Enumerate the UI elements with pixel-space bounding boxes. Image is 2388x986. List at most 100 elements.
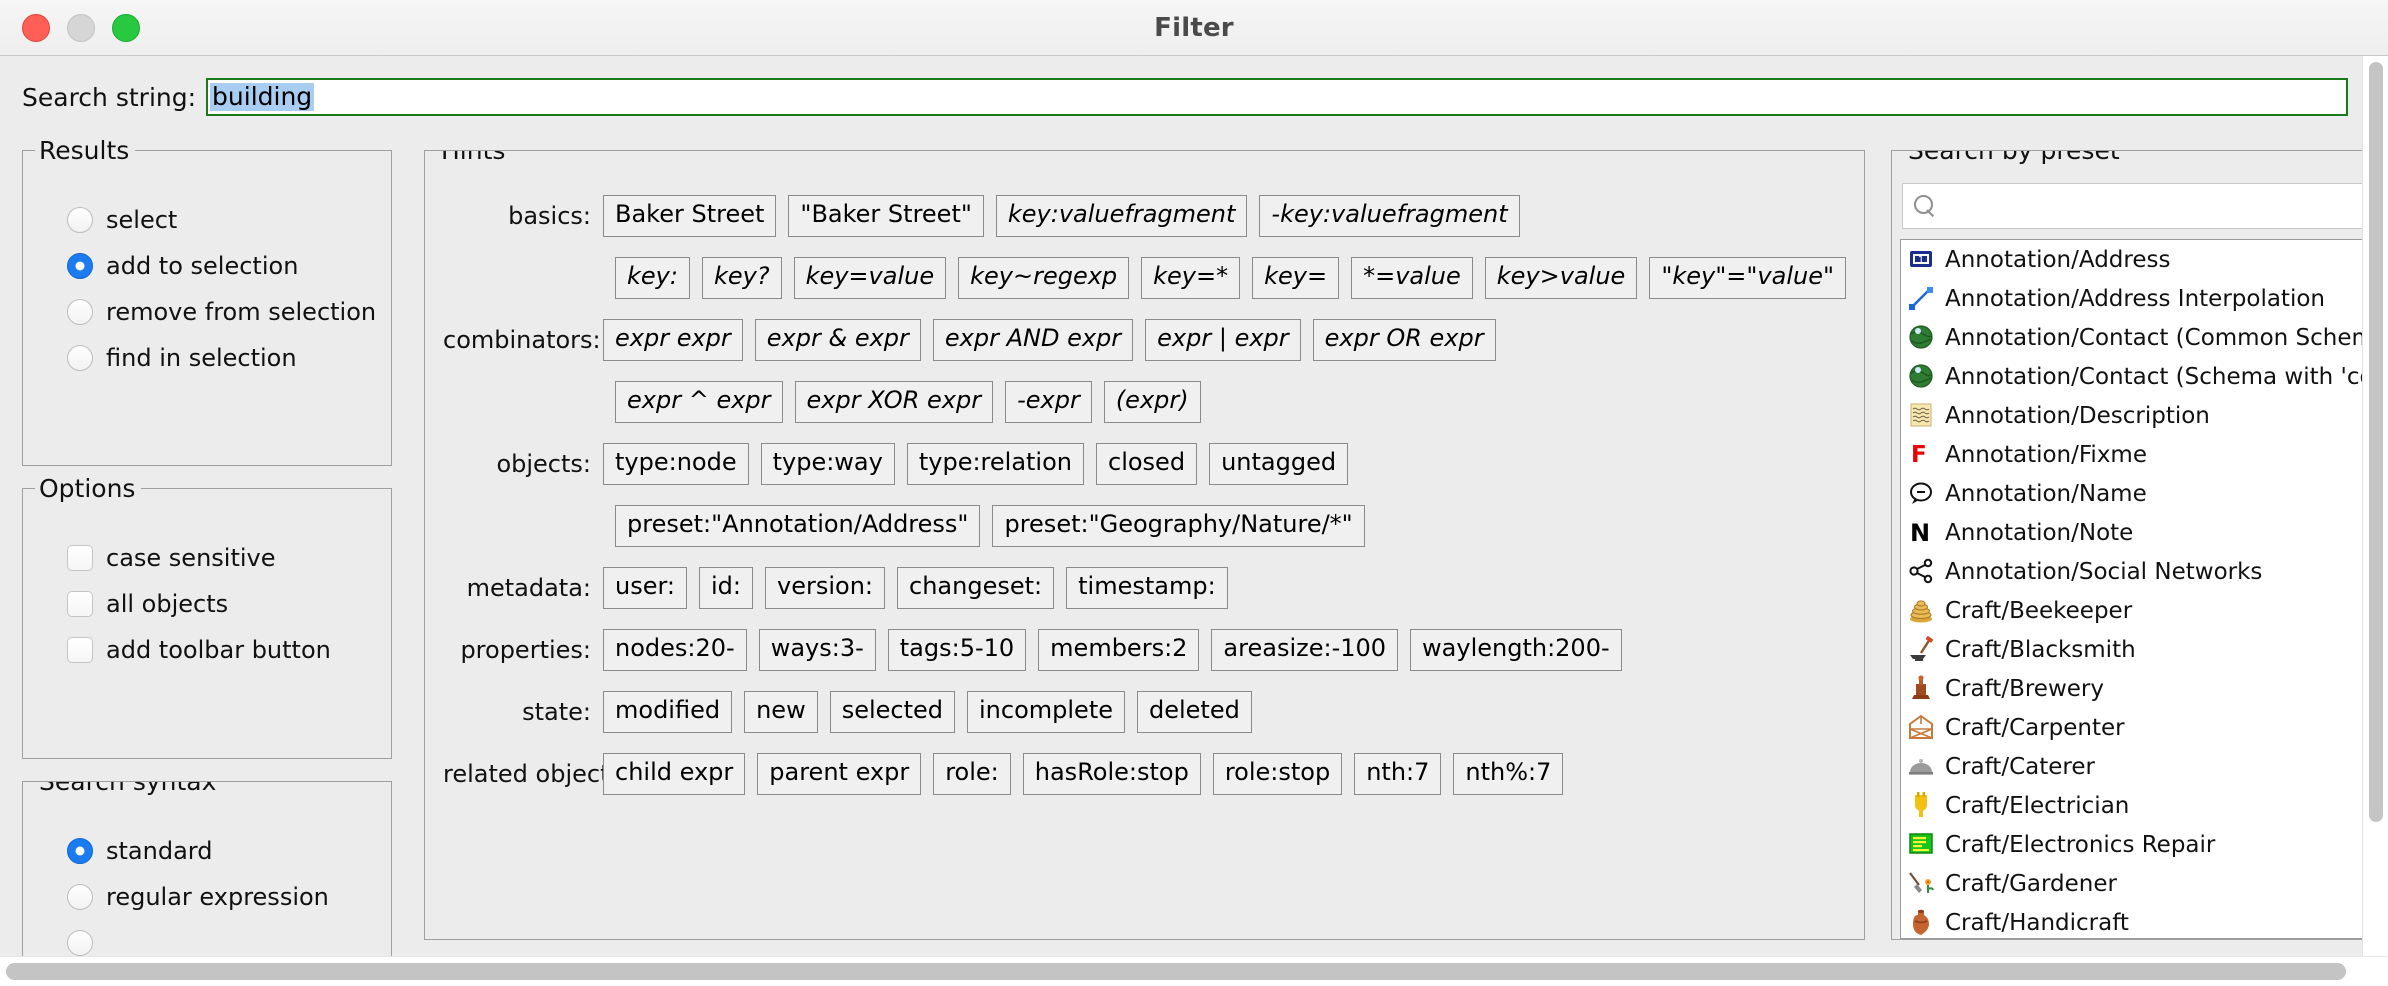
share-nodes-icon — [1907, 557, 1937, 587]
hint-chip[interactable]: "Baker Street" — [788, 195, 984, 237]
preset-list-item[interactable]: Craft/Electrician — [1901, 786, 2388, 825]
hint-chip[interactable]: expr ^ expr — [615, 381, 783, 423]
wood-frame-icon — [1907, 713, 1937, 743]
radio-remove-from-selection[interactable]: remove from selection — [35, 289, 379, 335]
globe-icon — [1907, 362, 1937, 392]
hint-chip[interactable]: expr | expr — [1145, 319, 1301, 361]
checkbox-indicator — [67, 545, 93, 572]
preset-list-item[interactable]: Craft/Carpenter — [1901, 708, 2388, 747]
hint-chip[interactable]: areasize:-100 — [1211, 629, 1399, 671]
preset-list-item[interactable]: Annotation/Social Networks — [1901, 552, 2388, 591]
hint-chip[interactable]: expr AND expr — [932, 319, 1134, 361]
hint-chip[interactable]: modified — [603, 691, 733, 733]
preset-list-item[interactable]: N Annotation/Note — [1901, 513, 2388, 552]
vertical-scrollbar-thumb[interactable] — [2369, 62, 2383, 822]
preset-list-item[interactable]: Annotation/Contact (Schema with 'contact… — [1901, 357, 2388, 396]
preset-list-item[interactable]: Craft/Handicraft — [1901, 903, 2388, 938]
preset-list-item[interactable]: Craft/Gardener — [1901, 864, 2388, 903]
radio-indicator — [67, 345, 93, 371]
hint-chip[interactable]: key? — [701, 257, 782, 299]
hint-chip[interactable]: key: — [615, 257, 690, 299]
hint-chip[interactable]: waylength:200- — [1410, 629, 1622, 671]
hint-chip[interactable]: preset:"Geography/Nature/*" — [992, 505, 1365, 547]
hint-chip[interactable]: -key:valuefragment — [1259, 195, 1520, 237]
preset-list-item[interactable]: Annotation/Description — [1901, 396, 2388, 435]
hint-chip[interactable]: type:relation — [906, 443, 1084, 485]
preset-list-item[interactable]: Craft/Brewery — [1901, 669, 2388, 708]
hint-chip[interactable]: tags:5-10 — [887, 629, 1027, 671]
anvil-hammer-icon — [1907, 635, 1937, 665]
hint-chip[interactable]: preset:"Annotation/Address" — [615, 505, 981, 547]
hint-chip[interactable]: Baker Street — [603, 195, 777, 237]
hint-chip[interactable]: changeset: — [897, 567, 1055, 609]
hint-chip[interactable]: untagged — [1209, 443, 1349, 485]
hint-chip[interactable]: version: — [765, 567, 886, 609]
radio-label: select — [106, 206, 178, 234]
radio-find-in-selection[interactable]: find in selection — [35, 335, 379, 381]
hint-chip[interactable]: key= — [1252, 257, 1340, 299]
hint-chip[interactable]: closed — [1096, 443, 1198, 485]
preset-list-item[interactable]: Annotation/Name — [1901, 474, 2388, 513]
hint-chip[interactable]: hasRole:stop — [1022, 753, 1201, 795]
hint-chip[interactable]: user: — [603, 567, 688, 609]
preset-search-input[interactable] — [1902, 183, 2388, 229]
hint-chip[interactable]: new — [744, 691, 818, 733]
checkbox-all-objects[interactable]: all objects — [35, 581, 379, 627]
hint-chip[interactable]: expr expr — [603, 319, 743, 361]
hint-chip[interactable]: *=value — [1351, 257, 1473, 299]
hint-chip[interactable]: -expr — [1005, 381, 1092, 423]
hint-chip[interactable]: expr XOR expr — [794, 381, 994, 423]
hint-chip[interactable]: id: — [699, 567, 754, 609]
hint-chip[interactable]: key=* — [1141, 257, 1241, 299]
hint-chip[interactable]: "key"="value" — [1649, 257, 1846, 299]
hint-chip[interactable]: key>value — [1484, 257, 1638, 299]
checkbox-add-toolbar-button[interactable]: add toolbar button — [35, 627, 379, 673]
preset-item-label: Annotation/Note — [1945, 519, 2134, 546]
hint-chip[interactable]: key~regexp — [958, 257, 1130, 299]
checkbox-case-sensitive[interactable]: case sensitive — [35, 535, 379, 581]
hint-chip[interactable]: deleted — [1137, 691, 1252, 733]
preset-list-item[interactable]: Craft/Caterer — [1901, 747, 2388, 786]
hint-chip[interactable]: type:way — [760, 443, 895, 485]
hint-chip[interactable]: (expr) — [1103, 381, 1201, 423]
hint-chip[interactable]: nodes:20- — [603, 629, 747, 671]
search-syntax-group: Search syntax standard regular expressio… — [22, 780, 392, 970]
hint-chip[interactable]: nth%:7 — [1453, 753, 1564, 795]
preset-list-item[interactable]: 1 Annotation/Address — [1901, 240, 2388, 279]
hint-chip[interactable]: ways:3- — [758, 629, 876, 671]
search-string-input[interactable]: building — [206, 78, 2348, 116]
preset-list[interactable]: 1 Annotation/Address Annotation/Address In… — [1900, 239, 2388, 939]
horizontal-scrollbar[interactable] — [0, 956, 2388, 986]
hint-chip[interactable]: selected — [829, 691, 956, 733]
hint-chip[interactable]: incomplete — [967, 691, 1125, 733]
plug-icon — [1907, 791, 1937, 821]
hint-chip[interactable]: key=value — [793, 257, 947, 299]
radio-standard[interactable]: standard — [35, 828, 379, 874]
preset-list-item[interactable]: Annotation/Address Interpolation — [1901, 279, 2388, 318]
preset-list-item[interactable]: F Annotation/Fixme — [1901, 435, 2388, 474]
radio-select[interactable]: select — [35, 197, 379, 243]
hint-chip[interactable]: key:valuefragment — [995, 195, 1248, 237]
radio-add-to-selection[interactable]: add to selection — [35, 243, 379, 289]
hint-chip[interactable]: expr & expr — [754, 319, 921, 361]
hint-chip[interactable]: type:node — [603, 443, 749, 485]
radio-regular-expression[interactable]: regular expression — [35, 874, 379, 920]
preset-list-item[interactable]: Craft/Electronics Repair — [1901, 825, 2388, 864]
preset-list-item[interactable]: Annotation/Contact (Common Schema) — [1901, 318, 2388, 357]
horizontal-scrollbar-thumb[interactable] — [6, 963, 2346, 980]
vertical-scrollbar[interactable] — [2362, 56, 2388, 956]
hint-chip[interactable]: parent expr — [757, 753, 922, 795]
hint-chip[interactable]: role:stop — [1212, 753, 1343, 795]
close-button[interactable] — [22, 13, 50, 42]
zoom-button[interactable] — [112, 13, 140, 42]
preset-list-item[interactable]: Craft/Beekeeper — [1901, 591, 2388, 630]
hint-chip[interactable]: role: — [933, 753, 1011, 795]
hint-chip[interactable]: timestamp: — [1066, 567, 1228, 609]
hint-chip[interactable]: child expr — [603, 753, 746, 795]
hint-chip[interactable]: members:2 — [1038, 629, 1200, 671]
minimize-button[interactable] — [67, 13, 95, 42]
hint-chip[interactable]: expr OR expr — [1312, 319, 1496, 361]
preset-item-label: Craft/Blacksmith — [1945, 636, 2136, 663]
preset-list-item[interactable]: Craft/Blacksmith — [1901, 630, 2388, 669]
hint-chip[interactable]: nth:7 — [1354, 753, 1442, 795]
